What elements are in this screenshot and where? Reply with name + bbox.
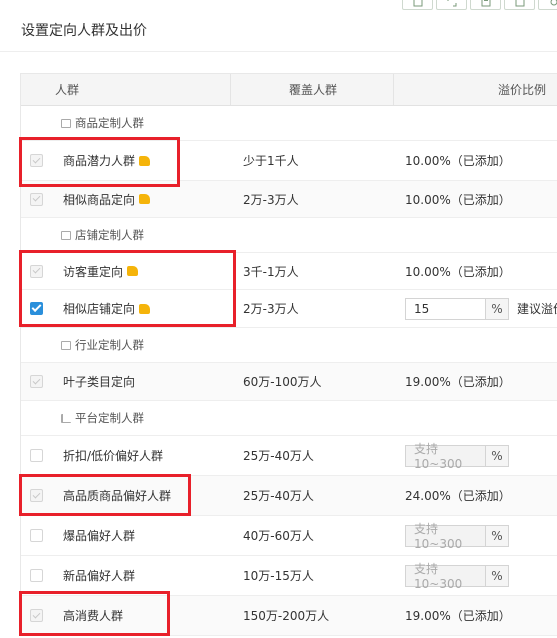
premium-value: 10.00%（已添加） — [405, 264, 511, 279]
premium-value: 19.00%（已添加） — [405, 609, 511, 623]
row-checkbox[interactable] — [30, 569, 43, 582]
table-row: 折扣/低价偏好人群 25万-40万人 支持10~300 % — [21, 436, 557, 476]
premium-control: 15 % 建议溢价 — [405, 297, 557, 320]
premium-input[interactable]: 支持10~300 — [406, 522, 486, 551]
settings-icon[interactable] — [538, 0, 557, 10]
group-row: 商品定制人群 — [21, 106, 557, 141]
premium-control: 支持10~300 % — [405, 442, 509, 471]
title-divider — [0, 51, 557, 52]
premium-value: 10.00%（已添加） — [405, 192, 511, 207]
group-label: 商品定制人群 — [75, 116, 144, 130]
crowd-name: 相似商品定向 — [63, 192, 136, 207]
premium-input-group: 支持10~300 % — [405, 442, 509, 471]
coverage-value: 10万-15万人 — [243, 569, 314, 583]
store-icon — [61, 230, 71, 240]
calendar-icon[interactable] — [504, 0, 535, 10]
row-checkbox[interactable] — [30, 529, 43, 542]
coverage-value: 2万-3万人 — [243, 302, 299, 316]
header-coverage: 覆盖人群 — [231, 74, 394, 105]
percent-unit: % — [486, 298, 508, 319]
annotation-box — [19, 250, 236, 327]
row-checkbox[interactable] — [30, 449, 43, 462]
coverage-value: 3千-1万人 — [243, 264, 299, 279]
annotation-box — [19, 137, 180, 187]
save-icon[interactable] — [470, 0, 501, 10]
coverage-value: 少于1千人 — [243, 154, 299, 168]
premium-control: 支持10~300 % — [405, 522, 509, 551]
group-label: 行业定制人群 — [75, 338, 144, 352]
crowd-name: 爆品偏好人群 — [63, 529, 136, 543]
crowd-name: 新品偏好人群 — [63, 569, 136, 583]
coverage-value: 150万-200万人 — [243, 609, 330, 623]
suggested-premium-link[interactable]: 建议溢价 — [517, 300, 557, 317]
group-label: 平台定制人群 — [75, 411, 144, 425]
bar-chart-icon — [61, 413, 71, 423]
header-crowd: 人群 — [21, 74, 231, 105]
table-row: 爆品偏好人群 40万-60万人 支持10~300 % — [21, 516, 557, 556]
premium-control: 支持10~300 % — [405, 562, 509, 591]
coverage-value: 2万-3万人 — [243, 192, 299, 207]
premium-input[interactable]: 支持10~300 — [406, 562, 486, 591]
premium-input-group: 支持10~300 % — [405, 522, 509, 551]
premium-value: 24.00%（已添加） — [405, 489, 511, 503]
coverage-value: 60万-100万人 — [243, 375, 322, 389]
percent-unit: % — [486, 525, 508, 546]
table-header: 人群 覆盖人群 溢价比例 — [21, 74, 557, 106]
header-premium: 溢价比例 — [498, 83, 547, 97]
toolbar-icons — [402, 0, 557, 10]
annotation-box — [19, 474, 191, 516]
thumbs-up-icon — [139, 194, 151, 204]
briefcase-icon — [61, 340, 71, 350]
export-icon[interactable] — [402, 0, 433, 10]
crowd-name: 叶子类目定向 — [63, 375, 136, 389]
page-title: 设置定向人群及出价 — [21, 23, 147, 39]
premium-input-group: 支持10~300 % — [405, 562, 509, 591]
coverage-value: 25万-40万人 — [243, 489, 314, 503]
table-row: 新品偏好人群 10万-15万人 支持10~300 % — [21, 556, 557, 596]
row-checkbox[interactable] — [30, 192, 43, 206]
annotation-box — [19, 591, 170, 636]
premium-input[interactable]: 15 — [406, 298, 486, 319]
premium-value: 10.00%（已添加） — [405, 154, 511, 168]
group-row: 店铺定制人群 — [21, 218, 557, 253]
group-label: 店铺定制人群 — [75, 228, 144, 242]
crowd-name: 折扣/低价偏好人群 — [63, 449, 164, 463]
group-row: 行业定制人群 — [21, 328, 557, 363]
premium-input-group: 15 % — [405, 297, 509, 320]
coverage-value: 40万-60万人 — [243, 529, 314, 543]
group-row: 平台定制人群 — [21, 401, 557, 436]
percent-unit: % — [486, 445, 508, 466]
row-checkbox[interactable] — [30, 375, 43, 388]
coverage-value: 25万-40万人 — [243, 449, 314, 463]
percent-unit: % — [486, 565, 508, 586]
premium-input[interactable]: 支持10~300 — [406, 442, 486, 471]
premium-value: 19.00%（已添加） — [405, 375, 511, 389]
expand-icon[interactable] — [436, 0, 467, 10]
box-icon — [61, 118, 71, 128]
table-row: 叶子类目定向 60万-100万人 19.00%（已添加） — [21, 363, 557, 401]
